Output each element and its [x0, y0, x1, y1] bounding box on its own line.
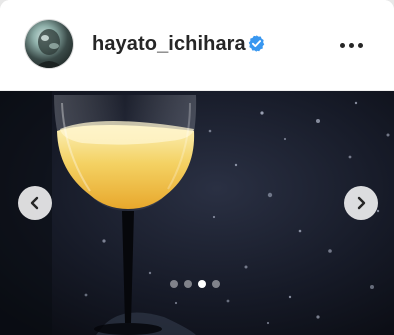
more-options-button[interactable]	[335, 33, 367, 57]
more-options-icon	[357, 42, 363, 48]
carousel-dot	[170, 280, 178, 288]
carousel-indicator	[170, 280, 220, 288]
post-image[interactable]	[0, 91, 394, 335]
post-header: hayato_ichihara	[0, 0, 394, 91]
chevron-left-icon	[30, 196, 39, 210]
carousel-dot	[212, 280, 220, 288]
carousel-dot-active	[198, 280, 206, 288]
carousel-dot	[184, 280, 192, 288]
avatar-image	[35, 29, 63, 68]
more-options-icon	[339, 42, 345, 48]
carousel-prev-button[interactable]	[18, 186, 52, 220]
carousel-next-button[interactable]	[344, 186, 378, 220]
verified-badge-icon	[248, 35, 265, 52]
more-options-icon	[348, 42, 354, 48]
wine-glass-photo	[0, 91, 394, 335]
chevron-right-icon	[357, 196, 366, 210]
post-card: hayato_ichihara	[0, 0, 394, 335]
username[interactable]: hayato_ichihara	[92, 33, 246, 56]
profile-avatar[interactable]	[25, 20, 73, 68]
